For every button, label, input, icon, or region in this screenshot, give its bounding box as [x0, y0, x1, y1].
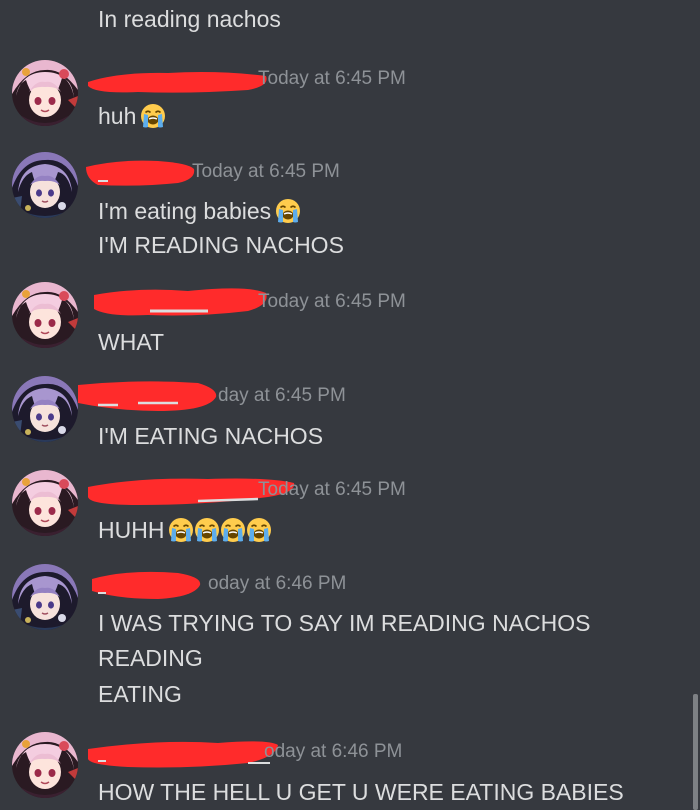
message-header: oday at 6:46 PM	[88, 737, 658, 768]
loudly-crying-face-icon	[140, 103, 166, 129]
message-header: oday at 6:46 PM	[92, 569, 658, 599]
message-text-line: I'm eating babies	[98, 196, 301, 226]
message-text: HUHH	[98, 517, 165, 543]
message-timestamp: oday at 6:46 PM	[208, 573, 347, 594]
user-avatar[interactable]	[12, 282, 78, 348]
scrollbar-thumb[interactable]	[693, 694, 698, 810]
message-text-line: EATING	[98, 681, 182, 707]
user-avatar[interactable]	[12, 470, 78, 536]
message-header: Today at 6:45 PM	[88, 475, 658, 505]
message-text-line: I'M READING NACHOS	[98, 232, 344, 258]
loudly-crying-face-icon	[194, 517, 220, 543]
loudly-crying-face-icon	[220, 517, 246, 543]
message-text-line: HOW THE HELL U GET U WERE EATING BABIES	[98, 779, 624, 805]
loudly-crying-face-icon	[168, 517, 194, 543]
message-timestamp: Today at 6:45 PM	[258, 68, 406, 89]
message-text-line: WHAT	[98, 329, 165, 355]
message-text-line: I'M EATING NACHOS	[98, 423, 324, 449]
message-text-line: I WAS TRYING TO SAY IM READING NACHOS	[98, 610, 591, 636]
message-text-line: huh	[98, 101, 166, 131]
message-text-line: In reading nachos	[98, 6, 281, 32]
message-header: Today at 6:45 PM	[88, 64, 658, 94]
user-avatar[interactable]	[12, 564, 78, 630]
message-header: day at 6:45 PM	[78, 381, 658, 411]
message-timestamp: Today at 6:45 PM	[192, 161, 340, 182]
loudly-crying-face-icon	[246, 517, 272, 543]
message-text-line: READING	[98, 645, 203, 671]
message-timestamp: day at 6:45 PM	[218, 385, 346, 406]
user-avatar[interactable]	[12, 732, 78, 798]
message-timestamp: Today at 6:45 PM	[258, 479, 406, 500]
message-text-line: HUHH	[98, 515, 272, 545]
message-header: Today at 6:45 PM	[94, 287, 658, 317]
user-avatar[interactable]	[12, 376, 78, 442]
user-avatar[interactable]	[12, 152, 78, 218]
message-header: Today at 6:45 PM	[86, 157, 658, 187]
loudly-crying-face-icon	[275, 198, 301, 224]
message-timestamp: oday at 6:46 PM	[264, 741, 403, 762]
message-text: huh	[98, 103, 137, 129]
user-avatar[interactable]	[12, 60, 78, 126]
chat-message-list: In reading nachos Today at 6:45 PM huh T…	[0, 0, 700, 810]
message-timestamp: Today at 6:45 PM	[258, 291, 406, 312]
message-text: I'm eating babies	[98, 198, 272, 224]
